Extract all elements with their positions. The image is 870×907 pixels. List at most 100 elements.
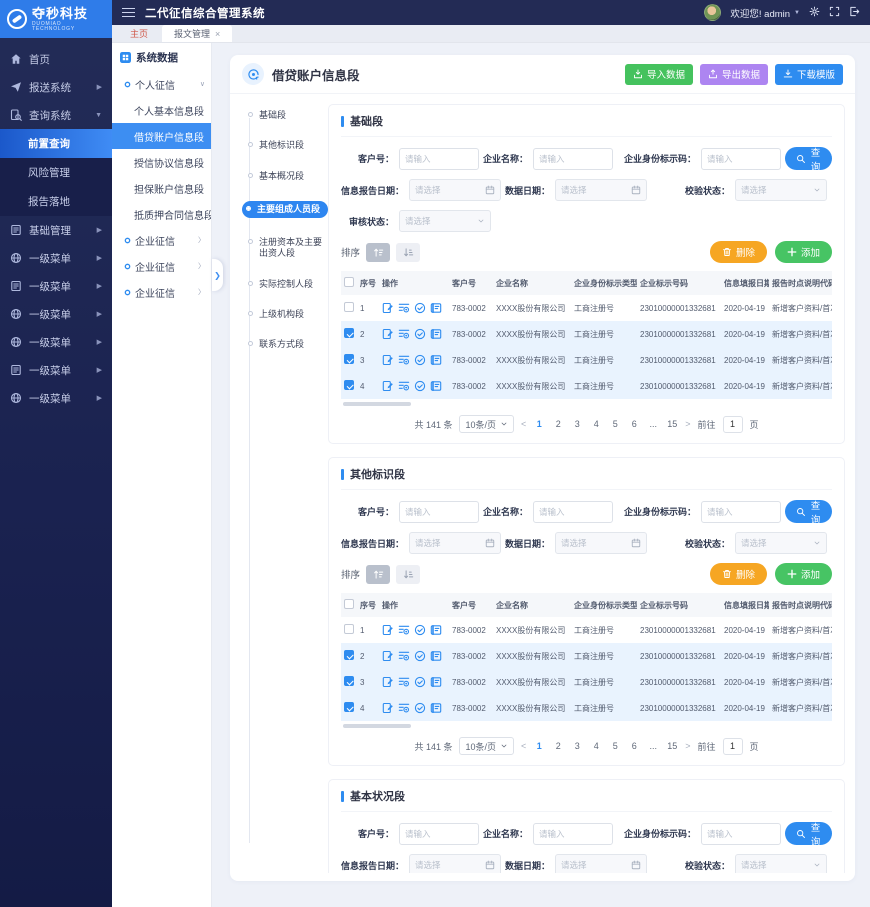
approve-icon[interactable] xyxy=(414,328,426,340)
select-picker[interactable]: 请选择 xyxy=(735,532,827,554)
page-number[interactable]: 3 xyxy=(571,741,583,751)
approve-icon[interactable] xyxy=(414,676,426,688)
approve-icon[interactable] xyxy=(414,302,426,314)
sidebar-item-一级菜单[interactable]: 一级菜单▶ xyxy=(0,300,112,328)
text-input[interactable] xyxy=(533,823,613,845)
text-input[interactable] xyxy=(701,501,781,523)
settings-icon[interactable] xyxy=(809,4,820,22)
edit-icon[interactable] xyxy=(382,624,394,636)
anchor-注册资本及主要出资人段[interactable]: 注册资本及主要出资人段 xyxy=(244,237,328,260)
detail-icon[interactable] xyxy=(398,702,410,714)
page-number[interactable]: ... xyxy=(647,741,659,751)
detail-icon[interactable] xyxy=(398,380,410,392)
fullscreen-icon[interactable] xyxy=(829,4,840,22)
导入数据-button[interactable]: 导入数据 xyxy=(625,64,693,85)
sort-asc-button[interactable] xyxy=(366,243,390,262)
row-checkbox[interactable] xyxy=(344,380,354,390)
page-number[interactable]: 5 xyxy=(609,419,621,429)
detail-icon[interactable] xyxy=(398,354,410,366)
row-checkbox[interactable] xyxy=(344,302,354,312)
row-checkbox[interactable] xyxy=(344,354,354,364)
search-button[interactable]: 查询 xyxy=(785,822,832,845)
select-picker[interactable]: 请选择 xyxy=(735,179,827,201)
下载模版-button[interactable]: 下载模版 xyxy=(775,64,843,85)
sidebar-item-一级菜单[interactable]: 一级菜单▶ xyxy=(0,328,112,356)
sidebar-item-查询系统[interactable]: 查询系统▼ xyxy=(0,101,112,129)
anchor-基础段[interactable]: 基础段 xyxy=(244,110,328,121)
tree-item-企业征信[interactable]: 企业征信〉 xyxy=(112,279,211,305)
edit-icon[interactable] xyxy=(382,328,394,340)
search-button[interactable]: 查询 xyxy=(785,147,832,170)
edit-icon[interactable] xyxy=(382,302,394,314)
edit-icon[interactable] xyxy=(382,650,394,662)
row-checkbox[interactable] xyxy=(344,702,354,712)
page-number[interactable]: 6 xyxy=(628,419,640,429)
tree-item-企业征信[interactable]: 企业征信〉 xyxy=(112,253,211,279)
approve-icon[interactable] xyxy=(414,354,426,366)
user-menu[interactable]: 欢迎您! admin ▼ xyxy=(730,6,800,20)
text-input[interactable] xyxy=(399,501,479,523)
anchor-主要组成人员段[interactable]: 主要组成人员段 xyxy=(242,201,328,218)
row-checkbox[interactable] xyxy=(344,650,354,660)
detail-icon[interactable] xyxy=(398,650,410,662)
record-icon[interactable] xyxy=(430,354,442,366)
select-all-checkbox[interactable] xyxy=(344,277,354,287)
page-number[interactable]: 4 xyxy=(590,419,602,429)
tree-subitem-授信协议信息段[interactable]: 授信协议信息段 xyxy=(112,149,211,175)
row-checkbox[interactable] xyxy=(344,624,354,634)
close-icon[interactable]: × xyxy=(215,29,220,39)
detail-icon[interactable] xyxy=(398,302,410,314)
date-picker[interactable]: 请选择 xyxy=(555,854,647,873)
add-button[interactable]: 添加 xyxy=(775,563,832,585)
sidebar-item-首页[interactable]: 首页 xyxy=(0,45,112,73)
anchor-实际控制人段[interactable]: 实际控制人段 xyxy=(244,279,328,290)
sort-desc-button[interactable] xyxy=(396,243,420,262)
导出数据-button[interactable]: 导出数据 xyxy=(700,64,768,85)
edit-icon[interactable] xyxy=(382,354,394,366)
tree-subitem-个人基本信息段[interactable]: 个人基本信息段 xyxy=(112,97,211,123)
page-number[interactable]: 3 xyxy=(571,419,583,429)
sidebar-subitem-前置查询[interactable]: 前置查询 xyxy=(0,129,112,158)
delete-button[interactable]: 删除 xyxy=(710,241,767,263)
record-icon[interactable] xyxy=(430,650,442,662)
approve-icon[interactable] xyxy=(414,380,426,392)
sidebar-subitem-报告落地[interactable]: 报告落地 xyxy=(0,187,112,216)
sidebar-item-一级菜单[interactable]: 一级菜单▶ xyxy=(0,356,112,384)
page-number[interactable]: 6 xyxy=(628,741,640,751)
record-icon[interactable] xyxy=(430,676,442,688)
page-size-select[interactable]: 10条/页 xyxy=(459,737,514,755)
sidebar-item-一级菜单[interactable]: 一级菜单▶ xyxy=(0,244,112,272)
prev-page-button[interactable]: < xyxy=(521,419,526,429)
date-picker[interactable]: 请选择 xyxy=(555,179,647,201)
edit-icon[interactable] xyxy=(382,702,394,714)
page-number[interactable]: 15 xyxy=(666,419,678,429)
date-picker[interactable]: 请选择 xyxy=(409,179,501,201)
text-input[interactable] xyxy=(701,148,781,170)
text-input[interactable] xyxy=(533,148,613,170)
record-icon[interactable] xyxy=(430,624,442,636)
add-button[interactable]: 添加 xyxy=(775,241,832,263)
text-input[interactable] xyxy=(399,148,479,170)
prev-page-button[interactable]: < xyxy=(521,741,526,751)
sort-asc-button[interactable] xyxy=(366,565,390,584)
row-checkbox[interactable] xyxy=(344,328,354,338)
select-all-checkbox[interactable] xyxy=(344,599,354,609)
next-page-button[interactable]: > xyxy=(685,419,690,429)
date-picker[interactable]: 请选择 xyxy=(409,854,501,873)
page-number[interactable]: 2 xyxy=(552,741,564,751)
tree-item-企业征信[interactable]: 企业征信〉 xyxy=(112,227,211,253)
record-icon[interactable] xyxy=(430,302,442,314)
anchor-联系方式段[interactable]: 联系方式段 xyxy=(244,339,328,350)
date-picker[interactable]: 请选择 xyxy=(409,532,501,554)
sidebar-item-报送系统[interactable]: 报送系统▶ xyxy=(0,73,112,101)
tree-item-个人征信[interactable]: 个人征信∨ xyxy=(112,71,211,97)
page-number[interactable]: 15 xyxy=(666,741,678,751)
logout-icon[interactable] xyxy=(849,4,860,22)
horizontal-scrollbar[interactable] xyxy=(343,724,411,728)
tree-subitem-抵质押合同信息段[interactable]: 抵质押合同信息段 xyxy=(112,201,211,227)
page-number[interactable]: 4 xyxy=(590,741,602,751)
text-input[interactable] xyxy=(701,823,781,845)
row-checkbox[interactable] xyxy=(344,676,354,686)
hamburger-icon[interactable] xyxy=(122,8,135,17)
sidebar-item-一级菜单[interactable]: 一级菜单▶ xyxy=(0,384,112,412)
